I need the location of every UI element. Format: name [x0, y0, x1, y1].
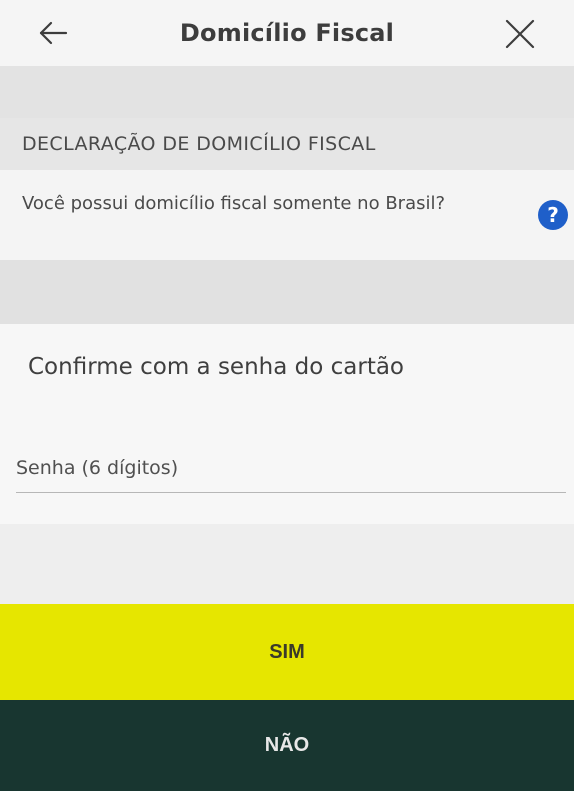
yes-button-label: SIM: [269, 640, 305, 663]
spacer-band: [0, 260, 574, 324]
close-button[interactable]: [502, 16, 538, 52]
spacer-band: [0, 524, 574, 604]
no-button-label: NÃO: [264, 734, 310, 756]
question-text: Você possui domicílio fiscal somente no …: [22, 193, 446, 214]
close-icon: [505, 19, 535, 49]
help-icon[interactable]: ?: [538, 200, 568, 230]
password-input[interactable]: Senha (6 dígitos): [16, 457, 178, 479]
spacer-band: [0, 66, 574, 118]
question-row: Você possui domicílio fiscal somente no …: [0, 170, 574, 260]
no-button[interactable]: NÃO: [0, 700, 574, 791]
section-heading-text: DECLARAÇÃO DE DOMICÍLIO FISCAL: [22, 133, 376, 155]
password-confirm-panel: Confirme com a senha do cartão Senha (6 …: [0, 324, 574, 524]
section-heading: DECLARAÇÃO DE DOMICÍLIO FISCAL: [0, 118, 574, 170]
yes-button[interactable]: SIM: [0, 604, 574, 700]
back-button[interactable]: [36, 18, 70, 48]
screen: Domicílio Fiscal DECLARAÇÃO DE DOMICÍLIO…: [0, 0, 574, 791]
header-bar: Domicílio Fiscal: [0, 0, 574, 66]
page-title: Domicílio Fiscal: [179, 19, 395, 47]
password-input-underline: [16, 492, 566, 493]
arrow-left-icon: [39, 21, 68, 45]
confirm-title: Confirme com a senha do cartão: [28, 354, 405, 380]
